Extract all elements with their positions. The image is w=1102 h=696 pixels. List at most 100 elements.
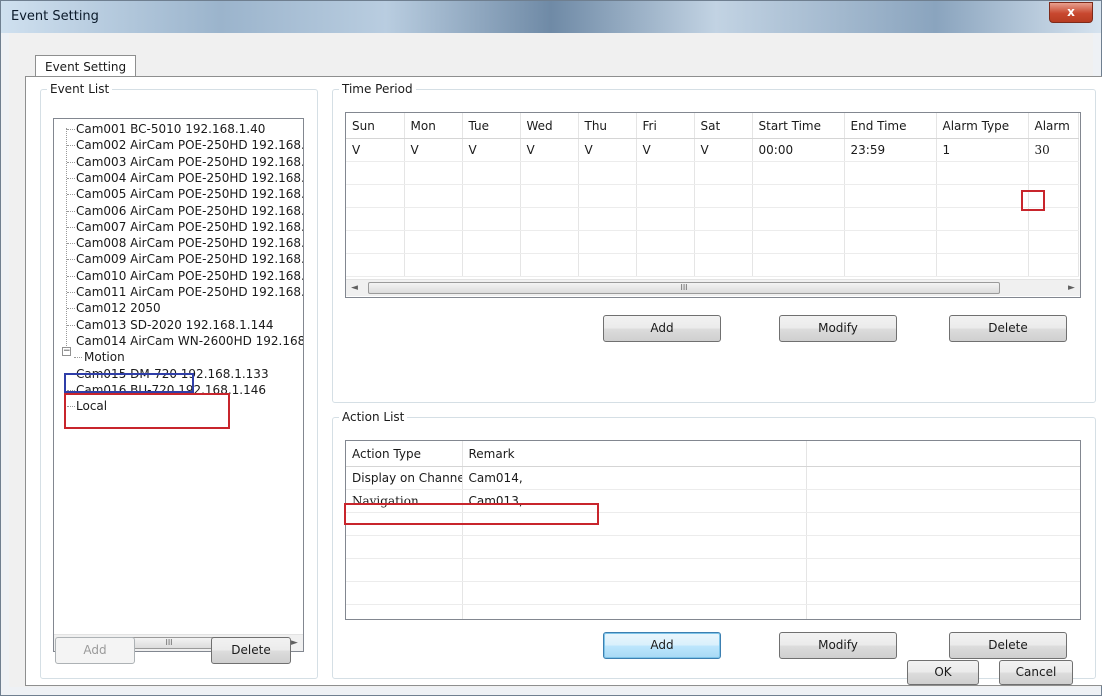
tree-item-camera[interactable]: Cam012 2050 [76, 300, 161, 316]
tab-event-setting[interactable]: Event Setting [35, 55, 137, 78]
table-cell [462, 253, 521, 277]
column-header[interactable]: Start Time [752, 113, 845, 139]
table-row[interactable] [346, 581, 1080, 605]
tree-item-camera[interactable]: Cam015 DM-720 192.168.1.133 [76, 366, 269, 382]
tree-item-camera[interactable]: Cam002 AirCam POE-250HD 192.168.1.1 [76, 137, 303, 153]
column-header[interactable]: Sat [694, 113, 753, 139]
column-header[interactable]: Tue [462, 113, 521, 139]
tree-item-camera[interactable]: Cam005 AirCam POE-250HD 192.168.1.1 [76, 186, 303, 202]
tree-connector [67, 389, 75, 391]
tree-item-camera[interactable]: Cam008 AirCam POE-250HD 192.168.1.2 [76, 235, 303, 251]
table-cell [462, 535, 807, 559]
table-row[interactable] [346, 558, 1080, 582]
time-period-grid[interactable]: Sun Mon Tue Wed Thu Fri Sat Start Time End Time A… [345, 112, 1081, 298]
table-cell [844, 253, 937, 277]
scroll-thumb[interactable]: III [368, 282, 1000, 294]
table-cell [806, 535, 1080, 559]
table-cell [404, 230, 463, 254]
table-cell [806, 558, 1080, 582]
table-row[interactable] [346, 184, 1079, 208]
table-cell [520, 230, 579, 254]
table-cell: V [404, 138, 463, 162]
tree-item-camera[interactable]: Cam003 AirCam POE-250HD 192.168.1.1 [76, 154, 303, 170]
table-cell [520, 184, 579, 208]
action-delete-button[interactable]: Delete [949, 632, 1067, 659]
action-list-grid[interactable]: Action Type Remark Display on Channel Cam01… [345, 440, 1081, 620]
scroll-left-icon[interactable]: ◄ [346, 280, 363, 296]
column-header[interactable]: Wed [520, 113, 579, 139]
ok-button[interactable]: OK [907, 660, 979, 685]
tree-item-camera[interactable]: Cam004 AirCam POE-250HD 192.168.1.1 [76, 170, 303, 186]
table-cell [462, 558, 807, 582]
window-title: Event Setting [11, 9, 99, 24]
table-cell [404, 184, 463, 208]
event-tree[interactable]: Cam001 BC-5010 192.168.1.40 Cam002 AirCam… [53, 118, 304, 652]
column-header[interactable]: Fri [636, 113, 695, 139]
time-period-add-button[interactable]: Add [603, 315, 721, 342]
table-cell: 30 [1028, 138, 1079, 162]
table-row[interactable] [346, 161, 1079, 185]
tree-connector [67, 406, 75, 408]
table-cell [844, 184, 937, 208]
table-cell [636, 161, 695, 185]
table-row[interactable] [346, 512, 1080, 536]
tree-item-camera[interactable]: Cam014 AirCam WN-2600HD 192.168.1. [76, 333, 303, 349]
time-period-delete-button[interactable]: Delete [949, 315, 1067, 342]
table-row[interactable] [346, 604, 1080, 619]
title-bar[interactable]: Event Setting x [1, 1, 1101, 33]
tree-item-camera[interactable]: Cam013 SD-2020 192.168.1.144 [76, 317, 273, 333]
table-cell [694, 253, 753, 277]
table-cell [844, 230, 937, 254]
tree-item-camera[interactable]: Cam011 AirCam POE-250HD 192.168.1.2 [76, 284, 303, 300]
column-header[interactable]: Action Type [346, 441, 463, 467]
close-icon: x [1067, 5, 1075, 19]
tree-connector [67, 259, 75, 261]
tree-item-motion[interactable]: Motion [84, 349, 125, 365]
tree-item-camera[interactable]: Cam001 BC-5010 192.168.1.40 [76, 121, 265, 137]
column-header[interactable]: End Time [844, 113, 937, 139]
tree-item-camera[interactable]: Cam007 AirCam POE-250HD 192.168.1.2 [76, 219, 303, 235]
tree-item-camera[interactable]: Cam016 BU-720 192.168.1.146 [76, 382, 266, 398]
collapse-icon[interactable]: − [62, 347, 71, 356]
table-cell [520, 161, 579, 185]
event-add-button[interactable]: Add [55, 637, 135, 664]
action-list-label: Action List [339, 410, 408, 424]
time-period-modify-button[interactable]: Modify [779, 315, 897, 342]
column-header[interactable]: Mon [404, 113, 463, 139]
column-header[interactable] [806, 441, 1080, 467]
table-cell: V [578, 138, 637, 162]
time-period-horizontal-scrollbar[interactable]: ◄ III ► [346, 279, 1080, 296]
table-cell [806, 466, 1080, 490]
action-list-group: Action List Action Type Remark Display on … [332, 410, 1096, 679]
table-cell [636, 207, 695, 231]
table-cell [462, 512, 807, 536]
tree-item-camera[interactable]: Cam009 AirCam POE-250HD 192.168.1.2 [76, 251, 303, 267]
table-cell: Display on Channel [346, 466, 463, 490]
table-cell [462, 230, 521, 254]
tree-connector [67, 194, 75, 196]
table-cell: V [520, 138, 579, 162]
scroll-right-icon[interactable]: ► [1063, 280, 1080, 296]
cancel-button[interactable]: Cancel [999, 660, 1073, 685]
table-row[interactable] [346, 535, 1080, 559]
tree-item-camera[interactable]: Local [76, 398, 107, 414]
table-row[interactable]: Display on Channel Cam014, [346, 466, 1080, 490]
close-button[interactable]: x [1049, 2, 1093, 23]
column-header[interactable]: Alarm [1028, 113, 1079, 139]
action-add-button[interactable]: Add [603, 632, 721, 659]
table-row[interactable]: Navigation Cam013, [346, 489, 1080, 513]
tree-item-camera[interactable]: Cam010 AirCam POE-250HD 192.168.1.2 [76, 268, 303, 284]
tree-item-camera[interactable]: Cam006 AirCam POE-250HD 192.168.1.1 [76, 203, 303, 219]
table-cell [346, 604, 463, 619]
table-row[interactable] [346, 207, 1079, 231]
column-header[interactable]: Thu [578, 113, 637, 139]
table-row[interactable] [346, 230, 1079, 254]
table-cell [1028, 207, 1079, 231]
table-row[interactable]: V V V V V V V 00:00 23:59 1 30 [346, 138, 1079, 162]
action-modify-button[interactable]: Modify [779, 632, 897, 659]
column-header[interactable]: Alarm Type [936, 113, 1029, 139]
event-delete-button[interactable]: Delete [211, 637, 291, 664]
column-header[interactable]: Remark [462, 441, 807, 467]
column-header[interactable]: Sun [346, 113, 405, 139]
table-row[interactable] [346, 253, 1079, 277]
